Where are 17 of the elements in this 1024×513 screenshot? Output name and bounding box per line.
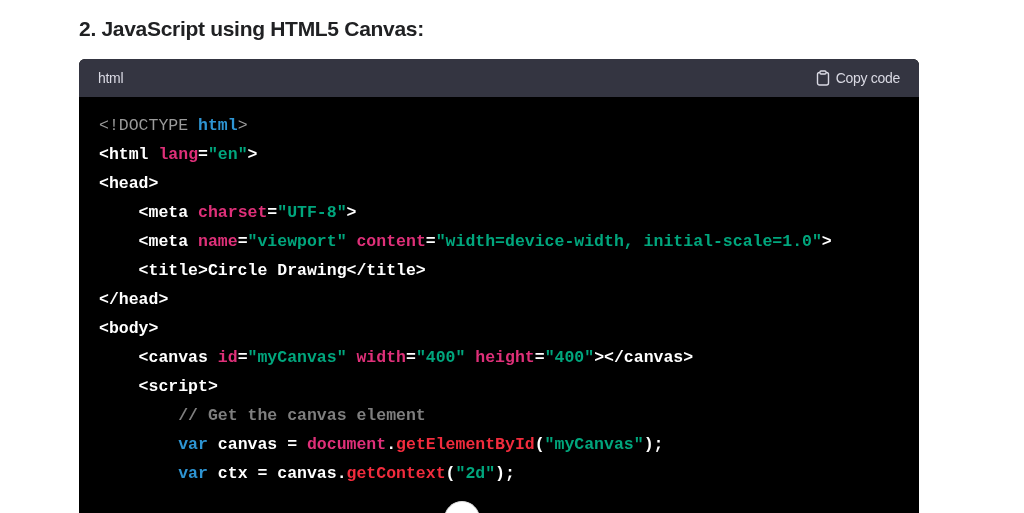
code-line: var canvas = document.getElementById("myCanvas"); — [177, 435, 664, 454]
copy-code-button[interactable]: Copy code — [815, 70, 900, 86]
code-line: <!DOCTYPE html> — [99, 116, 248, 135]
code-line: <script> — [137, 377, 218, 396]
code-line: <title>Circle Drawing</title> — [137, 261, 426, 280]
language-label: html — [98, 70, 124, 86]
code-line: <body> — [99, 319, 159, 338]
code-line: <meta charset="UTF-8"> — [137, 203, 357, 222]
code-line: <head> — [99, 174, 159, 193]
code-line: <canvas id="myCanvas" width="400" height="400"></canvas> — [137, 348, 694, 367]
code-line: // Get the canvas element — [177, 406, 426, 425]
code-line: var ctx = canvas.getContext("2d"); — [177, 464, 515, 483]
section-heading: 2. JavaScript using HTML5 Canvas: — [79, 17, 424, 41]
code-line: <meta name="viewport" content="width=device-width, initial-scale=1.0"> — [137, 232, 832, 251]
code-line: <html lang="en"> — [99, 145, 258, 164]
clipboard-icon — [815, 70, 830, 86]
code-line: </head> — [99, 290, 169, 309]
